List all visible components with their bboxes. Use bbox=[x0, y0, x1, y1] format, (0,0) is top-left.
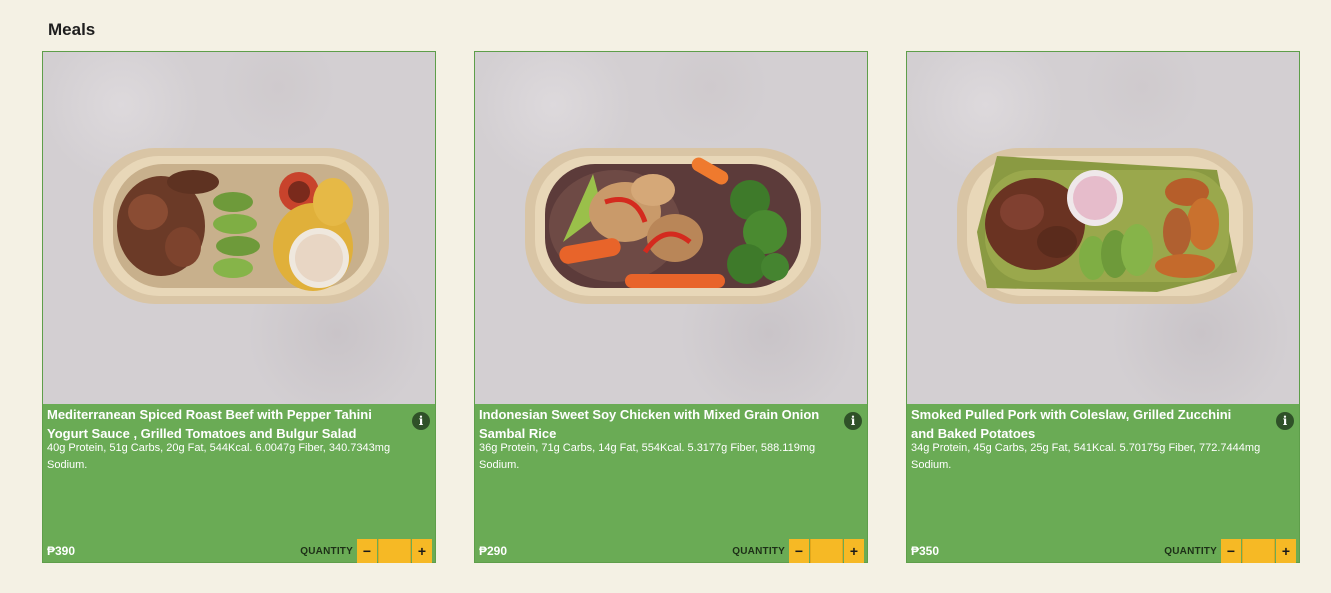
quantity-increment-button[interactable]: + bbox=[1276, 539, 1296, 563]
nutrition-info: 36g Protein, 71g Carbs, 14g Fat, 554Kcal… bbox=[479, 442, 816, 471]
meal-card-chicken[interactable]: Indonesian Sweet Soy Chicken with Mixed … bbox=[474, 51, 868, 563]
meal-details: Smoked Pulled Pork with Coleslaw, Grille… bbox=[907, 404, 1299, 563]
quantity-label: QUANTITY bbox=[1164, 545, 1217, 557]
nutrition-info: 34g Protein, 45g Carbs, 25g Fat, 541Kcal… bbox=[911, 442, 1261, 471]
info-icon[interactable]: i bbox=[844, 412, 862, 430]
quantity-decrement-button[interactable]: − bbox=[357, 539, 377, 563]
price: ₱350 bbox=[911, 544, 940, 558]
meal-details: Indonesian Sweet Soy Chicken with Mixed … bbox=[475, 404, 867, 563]
meal-title: Smoked Pulled Pork with Coleslaw, Grille… bbox=[911, 407, 1232, 441]
meal-image-pork[interactable] bbox=[907, 52, 1299, 404]
quantity-input[interactable] bbox=[810, 539, 843, 563]
meal-title: Mediterranean Spiced Roast Beef with Pep… bbox=[47, 407, 372, 441]
meal-details: Mediterranean Spiced Roast Beef with Pep… bbox=[43, 404, 435, 563]
nutrition-info: 40g Protein, 51g Carbs, 20g Fat, 544Kcal… bbox=[47, 442, 391, 471]
quantity-input[interactable] bbox=[1242, 539, 1275, 563]
meal-card-beef[interactable]: Mediterranean Spiced Roast Beef with Pep… bbox=[42, 51, 436, 563]
meal-image-beef[interactable] bbox=[43, 52, 435, 404]
meal-title: Indonesian Sweet Soy Chicken with Mixed … bbox=[479, 407, 820, 441]
quantity-input[interactable] bbox=[378, 539, 411, 563]
quantity-stepper: QUANTITY − + bbox=[732, 539, 864, 563]
quantity-label: QUANTITY bbox=[732, 545, 785, 557]
price: ₱390 bbox=[47, 544, 76, 558]
info-icon[interactable]: i bbox=[412, 412, 430, 430]
meal-card-pork[interactable]: Smoked Pulled Pork with Coleslaw, Grille… bbox=[906, 51, 1300, 563]
info-icon[interactable]: i bbox=[1276, 412, 1294, 430]
quantity-increment-button[interactable]: + bbox=[844, 539, 864, 563]
section-title: Meals bbox=[48, 20, 96, 39]
meal-image-chicken[interactable] bbox=[475, 52, 867, 404]
quantity-decrement-button[interactable]: − bbox=[1221, 539, 1241, 563]
quantity-label: QUANTITY bbox=[300, 545, 353, 557]
quantity-stepper: QUANTITY − + bbox=[1164, 539, 1296, 563]
quantity-stepper: QUANTITY − + bbox=[300, 539, 432, 563]
quantity-decrement-button[interactable]: − bbox=[789, 539, 809, 563]
quantity-increment-button[interactable]: + bbox=[412, 539, 432, 563]
price: ₱290 bbox=[479, 544, 508, 558]
